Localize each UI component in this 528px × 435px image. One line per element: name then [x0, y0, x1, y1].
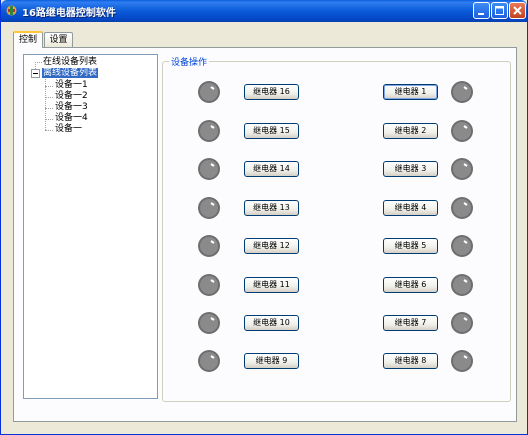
app-window: 16路继电器控制软件 控制 设置 在线设备列表 离线设备列表 设备一1 设备一2…: [0, 0, 528, 435]
client-area: 控制 设置 在线设备列表 离线设备列表 设备一1 设备一2 设备一3 设备一4 …: [1, 22, 527, 434]
minimize-button[interactable]: [473, 2, 490, 19]
tree-line: [45, 97, 53, 98]
maximize-button[interactable]: [491, 2, 508, 19]
close-button[interactable]: [509, 2, 526, 19]
relay-2-button[interactable]: 继电器 2: [383, 123, 438, 139]
relay-8-indicator-icon: [451, 350, 473, 372]
relay-14-button[interactable]: 继电器 14: [244, 161, 299, 177]
relay-12-indicator-icon: [198, 235, 220, 257]
relay-15-indicator-icon: [198, 120, 220, 142]
tree-node-label: 设备一: [55, 124, 83, 134]
tree-node-device[interactable]: 设备一3: [54, 102, 89, 113]
tree-line: [45, 86, 53, 87]
tree-node-label: 离线设备列表: [42, 68, 99, 78]
device-operation-group: 设备操作 继电器 16 继电器 15 继电器 14 继电器 13 继电器 12 …: [162, 55, 511, 402]
relay-6-indicator-icon: [451, 274, 473, 296]
tree-node-device[interactable]: 设备一1: [54, 80, 89, 91]
relay-11-indicator-icon: [198, 274, 220, 296]
tree-node-online-root[interactable]: 在线设备列表: [42, 57, 98, 68]
relay-13-indicator-icon: [198, 197, 220, 219]
relay-13-button[interactable]: 继电器 13: [244, 200, 299, 216]
relay-3-indicator-icon: [451, 158, 473, 180]
tree-node-label: 设备一4: [55, 113, 88, 123]
relay-7-indicator-icon: [451, 312, 473, 334]
relay-4-indicator-icon: [451, 197, 473, 219]
tree-node-offline-root[interactable]: 离线设备列表: [42, 68, 99, 79]
tree-line: [45, 130, 53, 131]
app-icon: [6, 5, 17, 16]
relay-9-indicator-icon: [198, 350, 220, 372]
relay-7-button[interactable]: 继电器 7: [383, 315, 438, 331]
tree-line: [45, 108, 53, 109]
relay-10-button[interactable]: 继电器 10: [244, 315, 299, 331]
tree-line: [35, 62, 42, 63]
relay-4-button[interactable]: 继电器 4: [383, 200, 438, 216]
relay-6-button[interactable]: 继电器 6: [383, 277, 438, 293]
tree-line: [45, 119, 53, 120]
tree-node-device[interactable]: 设备一4: [54, 113, 89, 124]
maximize-icon: [495, 6, 504, 15]
relay-9-button[interactable]: 继电器 9: [244, 353, 299, 369]
tab-settings[interactable]: 设置: [44, 32, 73, 47]
tree-node-label: 设备一3: [55, 102, 88, 112]
title-bar[interactable]: 16路继电器控制软件: [1, 0, 527, 22]
tree-node-label: 设备一1: [55, 80, 88, 90]
tab-page-control: 在线设备列表 离线设备列表 设备一1 设备一2 设备一3 设备一4 设备一 设备…: [13, 47, 517, 422]
tree-line: [45, 74, 46, 130]
tree-node-device[interactable]: 设备一: [54, 124, 83, 135]
group-title: 设备操作: [169, 55, 210, 68]
tree-node-label: 在线设备列表: [43, 57, 98, 67]
tree-node-label: 设备一2: [55, 91, 88, 101]
close-icon: [513, 6, 522, 15]
tree-node-device[interactable]: 设备一2: [54, 91, 89, 102]
device-tree[interactable]: 在线设备列表 离线设备列表 设备一1 设备一2 设备一3 设备一4 设备一: [23, 54, 158, 399]
relay-5-indicator-icon: [451, 235, 473, 257]
relay-11-button[interactable]: 继电器 11: [244, 277, 299, 293]
relay-16-button[interactable]: 继电器 16: [244, 84, 299, 100]
relay-2-indicator-icon: [451, 120, 473, 142]
relay-5-button[interactable]: 继电器 5: [383, 238, 438, 254]
relay-14-indicator-icon: [198, 158, 220, 180]
relay-12-button[interactable]: 继电器 12: [244, 238, 299, 254]
minimize-icon: [478, 13, 484, 15]
relay-15-button[interactable]: 继电器 15: [244, 123, 299, 139]
relay-8-button[interactable]: 继电器 8: [383, 353, 438, 369]
window-title: 16路继电器控制软件: [22, 8, 116, 19]
relay-10-indicator-icon: [198, 312, 220, 334]
relay-1-indicator-icon: [451, 81, 473, 103]
relay-3-button[interactable]: 继电器 3: [383, 161, 438, 177]
tab-control[interactable]: 控制: [13, 31, 43, 48]
relay-16-indicator-icon: [198, 81, 220, 103]
relay-1-button[interactable]: 继电器 1: [383, 84, 438, 100]
collapse-toggle-icon[interactable]: [31, 69, 40, 78]
